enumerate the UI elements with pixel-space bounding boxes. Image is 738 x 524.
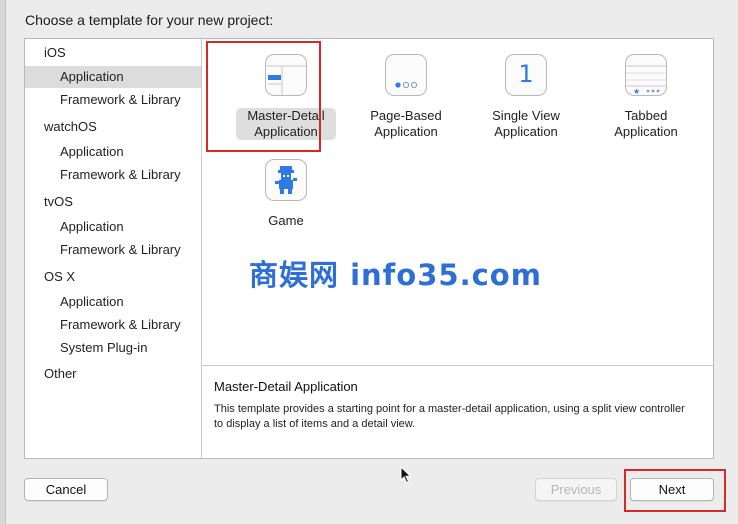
description-title: Master-Detail Application: [214, 379, 358, 394]
highlight-box-next: [624, 469, 726, 512]
tabbed-icon: ★: [625, 54, 667, 96]
highlight-box-master-detail: [206, 41, 321, 152]
watermark-text: 商娱网 info35.com: [249, 258, 542, 292]
single-view-icon: 1: [505, 54, 547, 96]
description-text: This template provides a starting point …: [214, 403, 685, 430]
template-label: Game: [268, 213, 304, 228]
template-tabbed[interactable]: ★ Tabbed Application: [596, 54, 696, 140]
sidebar-platform-other[interactable]: Other: [25, 363, 201, 385]
template-label: Single View Application: [492, 108, 560, 139]
cancel-button[interactable]: Cancel: [24, 478, 108, 501]
sidebar-item-watchos-application[interactable]: Application: [25, 141, 201, 163]
template-label: Tabbed Application: [614, 108, 678, 139]
sidebar-platform-ios[interactable]: iOS: [25, 42, 201, 64]
window-edge: [0, 0, 6, 524]
sidebar-item-tvos-application[interactable]: Application: [25, 216, 201, 238]
game-icon: [265, 159, 307, 201]
dialog-title: Choose a template for your new project:: [25, 12, 274, 28]
sidebar-platform-osx[interactable]: OS X: [25, 266, 201, 288]
template-game[interactable]: Game: [236, 159, 336, 229]
template-description: Master-Detail Application This template …: [202, 366, 713, 458]
sidebar-item-watchos-framework-library[interactable]: Framework & Library: [25, 164, 201, 186]
sidebar-item-osx-system-plugin[interactable]: System Plug-in: [25, 337, 201, 359]
sidebar-item-ios-application[interactable]: Application: [25, 66, 201, 88]
sidebar-item-osx-framework-library[interactable]: Framework & Library: [25, 314, 201, 336]
page-based-icon: [385, 54, 427, 96]
sidebar-item-ios-framework-library[interactable]: Framework & Library: [25, 89, 201, 111]
sidebar-platform-watchos[interactable]: watchOS: [25, 116, 201, 138]
template-page-based[interactable]: Page-Based Application: [356, 54, 456, 140]
previous-button[interactable]: Previous: [535, 478, 617, 501]
template-label: Page-Based Application: [370, 108, 442, 139]
svg-text:★: ★: [633, 87, 640, 95]
template-chooser-frame: iOS Application Framework & Library watc…: [24, 38, 714, 459]
template-single-view[interactable]: 1 Single View Application: [476, 54, 576, 140]
sidebar-platform-tvos[interactable]: tvOS: [25, 191, 201, 213]
sidebar-item-osx-application[interactable]: Application: [25, 291, 201, 313]
mouse-cursor-icon: [400, 465, 412, 487]
single-view-number: 1: [518, 60, 534, 88]
sidebar-item-tvos-framework-library[interactable]: Framework & Library: [25, 239, 201, 261]
platform-sidebar: iOS Application Framework & Library watc…: [25, 39, 202, 458]
